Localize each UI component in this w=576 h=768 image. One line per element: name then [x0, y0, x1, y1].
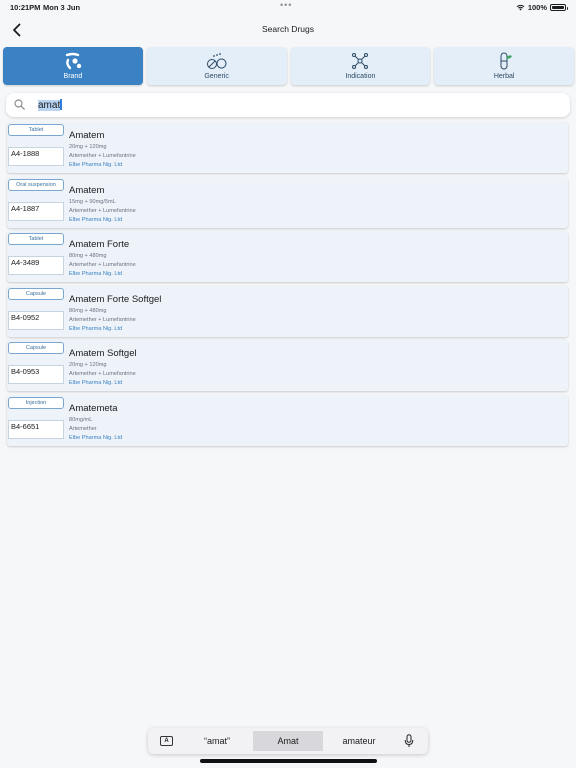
- tab-herbal-label: Herbal: [493, 73, 515, 80]
- drug-name: Amatemeta: [69, 402, 118, 414]
- tab-generic[interactable]: Generic: [146, 47, 287, 85]
- drug-code: A4-1888: [8, 147, 64, 166]
- suggestion-capitalized[interactable]: Amat: [253, 731, 323, 751]
- status-right: 100%: [516, 3, 568, 12]
- search-input[interactable]: amat: [6, 93, 570, 117]
- dosage-form-badge: Oral suspension: [8, 178, 64, 191]
- drug-name: Amatem Forte: [69, 239, 130, 251]
- drug-strength: 15mg + 90mg/5mL: [69, 198, 116, 205]
- drug-strength: 80mg/mL: [69, 416, 93, 423]
- pills-icon: [206, 53, 227, 69]
- herbal-capsule-icon: [500, 52, 513, 70]
- drug-name: Amatem: [69, 184, 105, 196]
- drug-result-card[interactable]: Capsule B4-0952 Amatem Forte Softgel 80m…: [7, 285, 568, 337]
- nav-header: Search Drugs: [0, 18, 576, 40]
- drug-code: B4-0953: [8, 365, 64, 385]
- drug-result-card[interactable]: Tablet A4-1888 Amatem 20mg + 120mg Artem…: [7, 122, 568, 173]
- drug-generic-name: Artemether + Lumefantrine: [69, 371, 136, 378]
- drug-generic-name: Artemether + Lumefantrine: [69, 262, 136, 269]
- search-query-value: amat: [38, 100, 61, 111]
- drug-generic-name: Artemether + Lumefantrine: [69, 153, 136, 159]
- category-tabs: Brand Generic Indication Herbal: [3, 47, 574, 85]
- drug-manufacturer: Elbe Pharma Nig. Ltd: [69, 162, 123, 168]
- brand-icon: [65, 52, 82, 70]
- drug-result-card[interactable]: Tablet A4-3489 Amatem Forte 80mg + 480mg…: [7, 231, 568, 283]
- microphone-icon[interactable]: [404, 734, 414, 748]
- home-indicator[interactable]: [200, 759, 377, 763]
- dosage-form-badge: Injection: [8, 396, 64, 409]
- drug-name: Amatem: [69, 130, 105, 141]
- keyboard-key-icon[interactable]: A: [160, 736, 173, 746]
- suggestion-quoted[interactable]: “amat”: [182, 731, 252, 751]
- suggestion-amateur[interactable]: amateur: [324, 731, 394, 751]
- status-date: Mon 3 Jun: [43, 3, 81, 12]
- tab-indication-label: Indication: [345, 73, 376, 80]
- drug-result-card[interactable]: Oral suspension A4-1887 Amatem 15mg + 90…: [7, 176, 568, 228]
- drug-manufacturer: Elbe Pharma Nig. Ltd: [69, 434, 123, 441]
- drug-code: B4-6651: [8, 419, 64, 439]
- drug-generic-name: Artemether: [69, 425, 97, 432]
- drug-generic-name: Artemether + Lumefantrine: [69, 316, 136, 323]
- status-bar: 10:21PM Mon 3 Jun ••• 100%: [0, 0, 576, 14]
- dosage-form-badge: Tablet: [8, 124, 64, 136]
- drug-manufacturer: Elbe Pharma Nig. Ltd: [69, 380, 123, 387]
- drug-code: B4-0952: [8, 310, 64, 330]
- battery-icon: [550, 4, 568, 11]
- drug-manufacturer: Elbe Pharma Nig. Ltd: [69, 271, 123, 278]
- status-time: 10:21PM: [10, 3, 41, 12]
- page-title: Search Drugs: [262, 24, 314, 34]
- text-caret: [60, 99, 62, 110]
- wifi-icon: [516, 4, 525, 11]
- drug-manufacturer: Elbe Pharma Nig. Ltd: [69, 325, 123, 332]
- drug-result-card[interactable]: Injection B4-6651 Amatemeta 80mg/mL Arte…: [7, 394, 568, 446]
- drug-strength: 80mg + 480mg: [69, 307, 107, 314]
- tab-herbal[interactable]: Herbal: [434, 47, 574, 85]
- drug-strength: 80mg + 480mg: [69, 253, 107, 260]
- molecule-icon: [352, 53, 369, 69]
- tab-generic-label: Generic: [204, 73, 229, 80]
- drug-strength: 20mg + 120mg: [69, 144, 107, 150]
- keyboard-suggestion-bar: A “amat” Amat amateur: [148, 728, 428, 754]
- search-query[interactable]: amat: [38, 99, 62, 111]
- dosage-form-badge: Capsule: [8, 287, 64, 300]
- drug-name: Amatem Softgel: [69, 348, 137, 360]
- drug-generic-name: Artemether + Lumefantrine: [69, 207, 136, 214]
- drug-strength: 20mg + 120mg: [69, 362, 107, 369]
- dosage-form-badge: Tablet: [8, 233, 64, 246]
- drug-code: A4-1887: [8, 201, 64, 221]
- multitasking-dots[interactable]: •••: [280, 0, 292, 10]
- dosage-form-badge: Capsule: [8, 342, 64, 355]
- drug-result-card[interactable]: Capsule B4-0953 Amatem Softgel 20mg + 12…: [7, 340, 568, 392]
- tab-brand-label: Brand: [63, 73, 83, 80]
- tab-brand[interactable]: Brand: [3, 47, 143, 85]
- battery-percent: 100%: [527, 3, 547, 12]
- drug-code: A4-3489: [8, 256, 64, 276]
- results-list: Tablet A4-1888 Amatem 20mg + 120mg Artem…: [7, 122, 568, 450]
- search-icon: [14, 99, 25, 110]
- drug-manufacturer: Elbe Pharma Nig. Ltd: [69, 216, 123, 223]
- tab-indication[interactable]: Indication: [290, 47, 431, 85]
- drug-name: Amatem Forte Softgel: [69, 293, 162, 305]
